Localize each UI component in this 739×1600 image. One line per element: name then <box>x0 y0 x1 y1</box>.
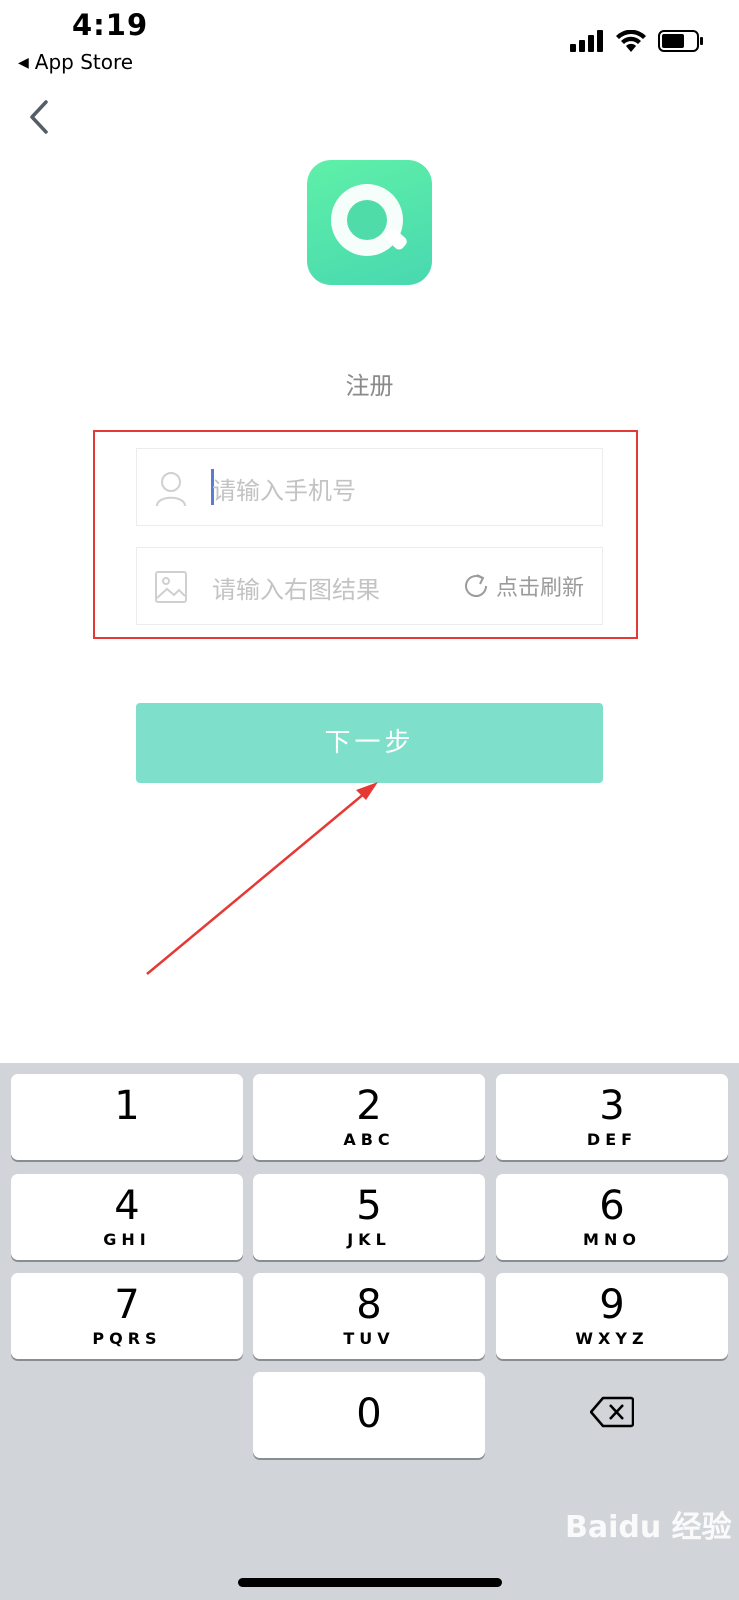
home-indicator[interactable] <box>238 1578 502 1587</box>
watermark: Baidu 经验 <box>565 1510 732 1545</box>
key-3[interactable]: 3 DEF <box>496 1074 728 1160</box>
key-1[interactable]: 1 <box>11 1074 243 1160</box>
key-8[interactable]: 8 TUV <box>253 1273 485 1359</box>
key-6[interactable]: 6 MNO <box>496 1174 728 1260</box>
key-0[interactable]: 0 <box>253 1372 485 1458</box>
key-7[interactable]: 7 PQRS <box>11 1273 243 1359</box>
key-4[interactable]: 4 GHI <box>11 1174 243 1260</box>
annotation-arrow <box>146 782 378 975</box>
backspace-icon <box>589 1396 635 1428</box>
key-9[interactable]: 9 WXYZ <box>496 1273 728 1359</box>
key-2[interactable]: 2 ABC <box>253 1074 485 1160</box>
backspace-key[interactable] <box>589 1396 640 1436</box>
key-5[interactable]: 5 JKL <box>253 1174 485 1260</box>
